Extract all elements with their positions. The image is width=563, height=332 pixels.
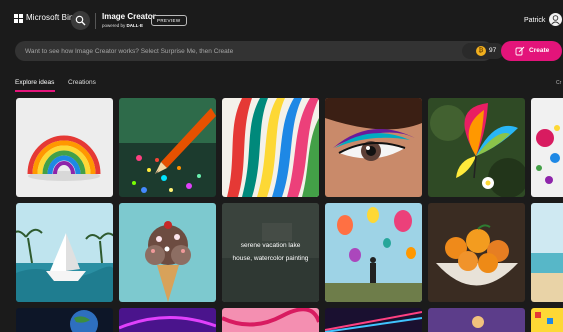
powered-prefix: powered by bbox=[102, 23, 127, 28]
top-bar: Microsoft Bing Image Creator powered by … bbox=[0, 0, 563, 40]
search-icon bbox=[75, 15, 86, 26]
swirl-image bbox=[222, 308, 319, 332]
avatar[interactable] bbox=[549, 13, 562, 26]
boat-image bbox=[16, 203, 113, 302]
figure-image bbox=[428, 308, 525, 332]
caption-line-2: house, watercolor painting bbox=[232, 255, 309, 262]
image-tile-paint-splash-partial[interactable] bbox=[531, 98, 563, 197]
image-tile-planet[interactable] bbox=[16, 308, 113, 332]
microsoft-logo-icon[interactable] bbox=[14, 14, 23, 23]
image-tile-purple-neon[interactable] bbox=[119, 308, 216, 332]
create-button[interactable]: Create bbox=[501, 41, 562, 61]
prompt-input[interactable] bbox=[25, 41, 445, 61]
image-tile-pink-swirl[interactable] bbox=[222, 308, 319, 332]
beach-image bbox=[531, 203, 563, 302]
bing-search-button[interactable] bbox=[71, 11, 90, 30]
tab-active-indicator bbox=[15, 90, 55, 92]
image-tile-lake-house-hover[interactable]: serene vacation lake house, watercolor p… bbox=[222, 203, 319, 302]
splash-image bbox=[531, 98, 563, 197]
image-tile-butterfly[interactable] bbox=[428, 98, 525, 197]
eye-image bbox=[325, 98, 422, 197]
image-tile-rainbow[interactable] bbox=[16, 98, 113, 197]
butterfly-image bbox=[428, 98, 525, 197]
preview-badge: PREVIEW bbox=[151, 15, 187, 26]
image-tile-paper-boat[interactable] bbox=[16, 203, 113, 302]
boost-coins[interactable]: ₿ 97 bbox=[462, 43, 504, 59]
image-tile-beach-partial[interactable] bbox=[531, 203, 563, 302]
oranges-image bbox=[428, 203, 525, 302]
ice-cream-image bbox=[119, 203, 216, 302]
coin-count: 97 bbox=[489, 47, 497, 54]
user-name[interactable]: Patrick bbox=[524, 17, 545, 24]
prompt-bar: ₿ 97 bbox=[15, 41, 504, 61]
user-icon bbox=[551, 15, 560, 25]
create-label: Create bbox=[529, 47, 550, 54]
balloons-image bbox=[325, 203, 422, 302]
header-divider bbox=[95, 13, 96, 29]
light-trails-image bbox=[325, 308, 422, 332]
image-tile-pencil-splash[interactable] bbox=[119, 98, 216, 197]
tab-creations[interactable]: Creations bbox=[68, 79, 96, 86]
powered-by-label: powered by DALL·E bbox=[102, 23, 143, 28]
image-tile-ribbons[interactable] bbox=[222, 98, 319, 197]
caption-line-1: serene vacation lake bbox=[240, 242, 301, 249]
rainbow-image bbox=[16, 98, 113, 197]
pencil-image bbox=[119, 98, 216, 197]
image-tile-pattern-partial[interactable] bbox=[531, 308, 563, 332]
pattern-image bbox=[531, 308, 563, 332]
image-tile-balloons[interactable] bbox=[325, 203, 422, 302]
coin-icon: ₿ bbox=[476, 46, 486, 56]
image-caption: serene vacation lake house, watercolor p… bbox=[222, 239, 319, 265]
image-tile-ice-cream[interactable] bbox=[119, 203, 216, 302]
image-tile-eye-makeup[interactable] bbox=[325, 98, 422, 197]
planet-image bbox=[16, 308, 113, 332]
create-icon bbox=[515, 46, 525, 56]
tab-explore-ideas[interactable]: Explore ideas bbox=[15, 79, 54, 86]
image-tile-figure[interactable] bbox=[428, 308, 525, 332]
neon-image bbox=[119, 308, 216, 332]
image-tile-light-trails[interactable] bbox=[325, 308, 422, 332]
ribbons-image bbox=[222, 98, 319, 197]
product-title[interactable]: Image Creator bbox=[102, 12, 156, 21]
powered-model: DALL·E bbox=[126, 23, 144, 28]
tab-overflow-label[interactable]: Cr bbox=[556, 80, 561, 86]
image-tile-oranges[interactable] bbox=[428, 203, 525, 302]
